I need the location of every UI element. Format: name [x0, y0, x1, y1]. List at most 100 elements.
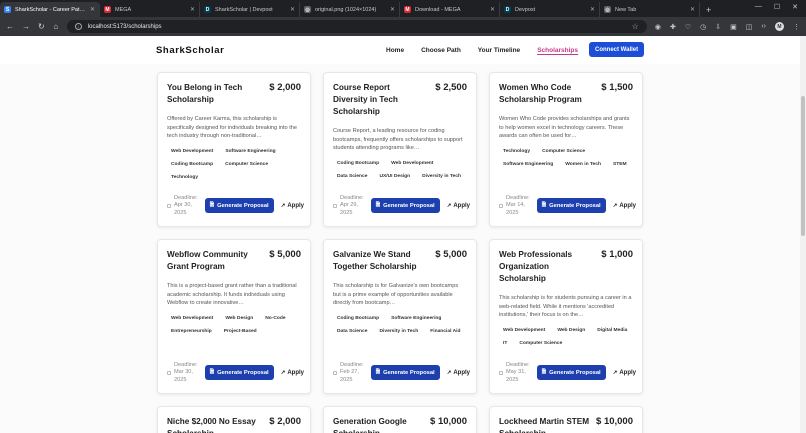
nav-link-home[interactable]: Home: [386, 47, 404, 54]
tag-chip: Software Engineering: [499, 159, 558, 169]
apply-link[interactable]: ↗ Apply: [447, 370, 470, 376]
scholarship-title: Niche $2,000 No Essay Scholarship: [167, 417, 256, 433]
profile-avatar[interactable]: M: [775, 22, 784, 31]
close-tab-icon[interactable]: ✕: [590, 6, 595, 13]
nav-link-your-timeline[interactable]: Your Timeline: [478, 47, 520, 54]
generate-proposal-label: Generate Proposal: [383, 369, 435, 376]
browser-tab[interactable]: M MEGA ✕: [100, 2, 200, 17]
close-tab-icon[interactable]: ✕: [290, 6, 295, 13]
minimize-icon[interactable]: —: [755, 3, 762, 11]
browser-tab[interactable]: S SharkScholar - Career Pathway ✕: [0, 2, 100, 17]
page-scrollbar[interactable]: [800, 36, 806, 433]
generate-proposal-button[interactable]: 🗎 Generate Proposal: [536, 198, 606, 214]
apply-link[interactable]: ↗ Apply: [613, 370, 636, 376]
site-info-icon[interactable]: i: [74, 23, 82, 30]
tab-title: SharkScholar - Career Pathway: [15, 6, 86, 13]
card-header: You Belong in Tech Scholarship $ 2,000: [167, 82, 301, 106]
close-tab-icon[interactable]: ✕: [490, 6, 495, 13]
scholarship-description: This is a project-based grant rather tha…: [167, 283, 297, 307]
tag-chip: Web Design: [553, 325, 590, 335]
browser-tab-strip: S SharkScholar - Career Pathway ✕ M MEGA …: [0, 0, 806, 17]
deadline-date: Apr 29,: [340, 202, 359, 208]
browser-tab[interactable]: D Devpost ✕: [500, 2, 600, 17]
browser-tab[interactable]: ◎ original.png (1024×1024) ✕: [300, 2, 400, 17]
menu-kebab-icon[interactable]: ⋮: [793, 23, 800, 31]
forward-icon[interactable]: →: [22, 22, 30, 31]
tag-chip: UX/UI Design: [375, 171, 415, 181]
tag-chip: Coding Bootcamp: [167, 159, 218, 169]
deadline: Deadline: Apr 29, 2025: [333, 195, 364, 218]
reload-icon[interactable]: ↻: [38, 22, 45, 31]
card-header: Web Professionals Organization Scholarsh…: [499, 249, 633, 285]
apply-link[interactable]: ↗ Apply: [281, 370, 304, 376]
apply-label: Apply: [453, 202, 470, 209]
tag-chip: Web Development: [387, 158, 438, 168]
browser-tab[interactable]: D SharkScholar | Devpost ✕: [200, 2, 300, 17]
tag-chip: Financial Aid: [426, 326, 465, 336]
scholarship-description: Women Who Code provides scholarships and…: [499, 116, 630, 140]
tag-chip: Software Engineering: [387, 313, 446, 323]
tab-favicon-icon: M: [104, 6, 111, 13]
tag-list: Coding Bootcamp Web Development Data Scien…: [333, 158, 467, 181]
browser-tab[interactable]: M Download - MEGA ✕: [400, 2, 500, 17]
bookmark-star-icon[interactable]: ☆: [632, 22, 639, 31]
devtools-icon[interactable]: ‹›: [761, 23, 766, 30]
tab-title: Download - MEGA: [415, 6, 461, 13]
apply-link[interactable]: ↗ Apply: [447, 203, 470, 209]
close-tab-icon[interactable]: ✕: [390, 6, 395, 13]
card-footer: Deadline: Feb 27, 2025 🗎 Generate Propos…: [333, 362, 470, 385]
deadline-label: Deadline:: [340, 361, 364, 368]
deadline: Deadline: May 31, 2025: [499, 362, 530, 385]
generate-proposal-button[interactable]: 🗎 Generate Proposal: [204, 365, 274, 381]
close-tab-icon[interactable]: ✕: [690, 6, 695, 13]
home-icon[interactable]: ⌂: [53, 22, 59, 31]
apply-link[interactable]: ↗ Apply: [613, 203, 636, 209]
bookmark-icon[interactable]: ♡: [685, 23, 691, 31]
scholarship-title: You Belong in Tech Scholarship: [167, 83, 243, 104]
apply-link[interactable]: ↗ Apply: [281, 203, 304, 209]
connect-wallet-button[interactable]: Connect Wallet: [589, 42, 645, 57]
tag-chip: No-Code: [261, 313, 290, 323]
generate-proposal-button[interactable]: 🗎 Generate Proposal: [370, 198, 440, 214]
new-tab-button[interactable]: +: [700, 2, 717, 17]
puzzle-icon[interactable]: ✚: [670, 23, 676, 31]
download-icon[interactable]: ⇩: [715, 23, 721, 31]
scholarship-title: Lockheed Martin STEM Scholarship: [499, 417, 590, 433]
extension-icon[interactable]: ◉: [655, 23, 661, 31]
page-viewport: SharkScholar Home Choose Path Your Timelin…: [0, 36, 800, 433]
generate-proposal-button[interactable]: 🗎 Generate Proposal: [204, 198, 274, 214]
calendar-icon: [499, 370, 503, 375]
card-footer: Deadline: Apr 29, 2025 🗎 Generate Propos…: [333, 195, 470, 218]
tag-chip: Data Science: [333, 326, 372, 336]
brand-logo[interactable]: SharkScholar: [156, 45, 224, 56]
sidepanel-icon[interactable]: ▣: [730, 23, 737, 31]
generate-proposal-button[interactable]: 🗎 Generate Proposal: [536, 365, 606, 381]
scholarship-amount: $ 1,000: [601, 249, 633, 260]
generate-proposal-button[interactable]: 🗎 Generate Proposal: [370, 365, 440, 381]
deadline: Deadline: Feb 27, 2025: [333, 362, 364, 385]
scholarship-title: Women Who Code Scholarship Program: [499, 83, 582, 104]
tag-chip: Coding Bootcamp: [333, 158, 384, 168]
nav-link-scholarships[interactable]: Scholarships: [537, 47, 578, 54]
back-icon[interactable]: ←: [6, 22, 14, 31]
tag-chip: Web Development: [167, 146, 218, 156]
history-icon[interactable]: ◷: [700, 23, 706, 31]
maximize-icon[interactable]: ☐: [774, 3, 780, 11]
close-tab-icon[interactable]: ✕: [190, 6, 195, 13]
scrollbar-thumb[interactable]: [801, 96, 805, 236]
card-header: Course Report Diversity in Tech Scholars…: [333, 82, 467, 118]
scholarship-card: Women Who Code Scholarship Program $ 1,5…: [489, 72, 643, 227]
nav-link-choose-path[interactable]: Choose Path: [421, 47, 461, 54]
scholarship-card: Webflow Community Grant Program $ 5,000 …: [157, 239, 311, 394]
close-window-icon[interactable]: ✕: [792, 3, 798, 11]
document-icon: 🗎: [541, 202, 547, 209]
deadline-date: Mar 14,: [506, 202, 525, 208]
scholarship-description: This scholarship is for Galvanize's own …: [333, 283, 459, 307]
split-view-icon[interactable]: ◫: [746, 23, 753, 31]
browser-tab[interactable]: ◎ New Tab ✕: [600, 2, 700, 17]
address-bar[interactable]: i localhost:5173/scholarships ☆: [66, 20, 647, 33]
card-header: Galvanize We Stand Together Scholarship …: [333, 249, 467, 273]
card-header: Generation Google Scholarship $ 10,000: [333, 416, 467, 433]
calendar-icon: [333, 370, 337, 375]
close-tab-icon[interactable]: ✕: [90, 6, 95, 13]
